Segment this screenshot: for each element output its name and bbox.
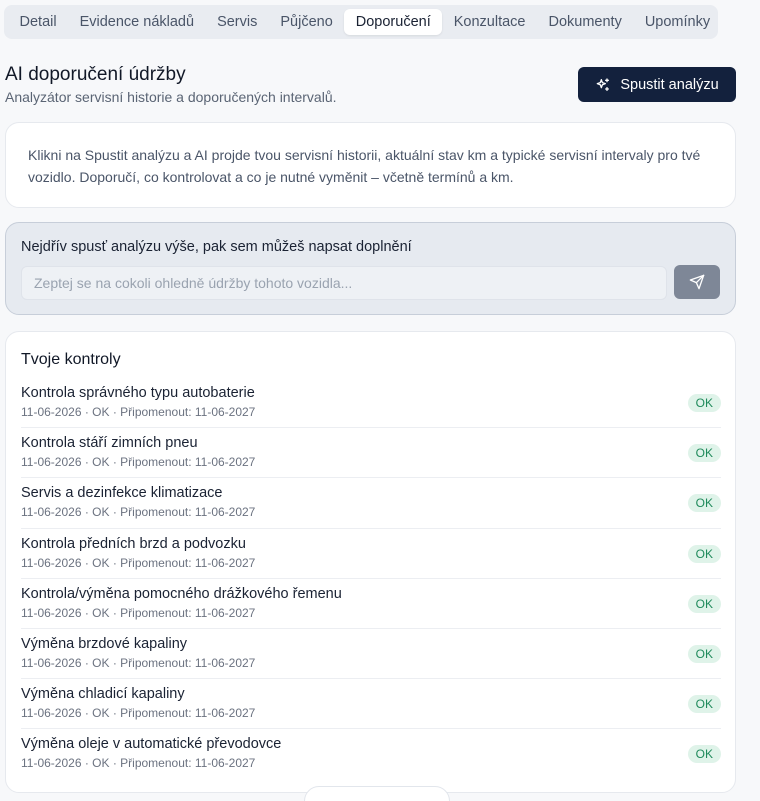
status-badge: OK — [687, 394, 721, 412]
status-badge: OK — [687, 695, 721, 714]
checks-title: Tvoje kontroly — [21, 351, 121, 368]
tab-konzultace[interactable]: Konzultace — [442, 9, 537, 35]
status-badge: OK — [687, 544, 721, 563]
status-badge: OK — [687, 594, 721, 613]
tab-evidence-nakladu[interactable]: Evidence nákladů — [68, 9, 205, 35]
check-row[interactable]: Kontrola/výměna pomocného drážkového řem… — [21, 579, 721, 629]
status-badge: OK — [687, 494, 721, 513]
check-name: Kontrola stáří zimních pneu — [21, 435, 198, 452]
page-subtitle: Analyzátor servisní historie a doporučen… — [5, 89, 337, 105]
tab-bar: Detail Evidence nákladů Servis Půjčeno D… — [4, 5, 718, 39]
check-meta: 11-06-2026 · OK · Připomenout: 11-06-202… — [21, 706, 256, 721]
check-meta: 11-06-2026 · OK · Připomenout: 11-06-202… — [21, 655, 256, 670]
check-meta: 11-06-2026 · OK · Připomenout: 11-06-202… — [21, 555, 256, 570]
check-row[interactable]: Servis a dezinfekce klimatizace 11-06-20… — [21, 478, 721, 529]
check-meta: 11-06-2026 · OK · Připomenout: 11-06-202… — [21, 455, 256, 470]
chat-input[interactable] — [21, 266, 667, 300]
tab-servis[interactable]: Servis — [206, 9, 269, 35]
send-button[interactable] — [674, 265, 720, 299]
check-row[interactable]: Výměna chladicí kapaliny 11-06-2026 · OK… — [21, 679, 721, 730]
check-meta: 11-06-2026 · OK · Připomenout: 11-06-202… — [21, 505, 256, 520]
send-icon — [689, 274, 705, 290]
bottom-toolbar[interactable] — [304, 786, 450, 801]
check-name: Výměna oleje v automatické převodovce — [21, 736, 282, 753]
sparkles-icon — [596, 77, 610, 91]
tab-pujceno[interactable]: Půjčeno — [269, 9, 344, 35]
checks-list: Kontrola správného typu autobaterie 11-0… — [21, 378, 721, 780]
check-name: Výměna chladicí kapaliny — [21, 686, 185, 703]
chat-card: Nejdřív spusť analýzu výše, pak sem může… — [5, 222, 736, 315]
info-text: Klikni na Spustit analýzu a AI projde tv… — [28, 147, 701, 185]
check-row[interactable]: Kontrola stáří zimních pneu 11-06-2026 ·… — [21, 428, 721, 479]
check-row[interactable]: Kontrola správného typu autobaterie 11-0… — [21, 378, 721, 429]
run-analysis-button[interactable]: Spustit analýzu — [578, 67, 736, 102]
check-name: Kontrola předních brzd a podvozku — [21, 535, 246, 552]
page-title: AI doporučení údržby — [5, 64, 186, 85]
check-name: Kontrola/výměna pomocného drážkového řem… — [21, 585, 342, 602]
check-name: Výměna brzdové kapaliny — [21, 635, 188, 652]
check-name: Servis a dezinfekce klimatizace — [21, 485, 223, 502]
check-meta: 11-06-2026 · OK · Připomenout: 11-06-202… — [21, 405, 256, 419]
chat-title: Nejdřív spusť analýzu výše, pak sem může… — [21, 239, 412, 255]
status-badge: OK — [687, 745, 721, 764]
status-badge: OK — [687, 444, 721, 463]
info-card: Klikni na Spustit analýzu a AI projde tv… — [5, 122, 736, 208]
checks-card: Tvoje kontroly Kontrola správného typu a… — [5, 331, 736, 793]
check-name: Kontrola správného typu autobaterie — [21, 385, 255, 401]
status-badge: OK — [687, 644, 721, 663]
tab-detail[interactable]: Detail — [8, 9, 68, 35]
tab-upominky[interactable]: Upomínky — [633, 9, 721, 35]
tab-dokumenty[interactable]: Dokumenty — [537, 9, 633, 35]
check-meta: 11-06-2026 · OK · Připomenout: 11-06-202… — [21, 756, 256, 771]
check-meta: 11-06-2026 · OK · Připomenout: 11-06-202… — [21, 605, 256, 620]
check-row[interactable]: Výměna oleje v automatické převodovce 11… — [21, 729, 721, 779]
tab-doporuceni[interactable]: Doporučení — [344, 9, 443, 35]
run-analysis-label: Spustit analýzu — [620, 76, 719, 93]
check-row[interactable]: Výměna brzdové kapaliny 11-06-2026 · OK … — [21, 629, 721, 680]
check-row[interactable]: Kontrola předních brzd a podvozku 11-06-… — [21, 529, 721, 579]
